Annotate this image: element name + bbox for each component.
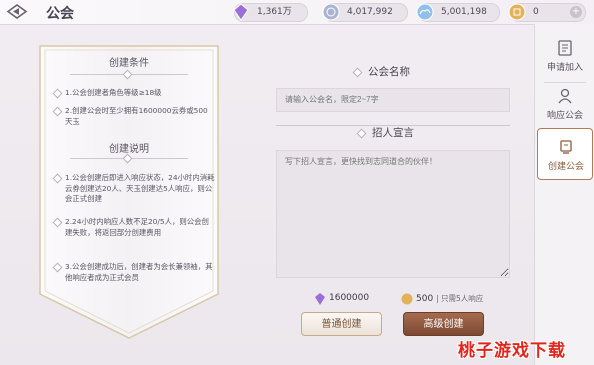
top-bar: 公会 1,361万 4,017,992 5,001,198 0 + [0,0,594,25]
tab-create-guild[interactable]: 创建公会 [537,128,593,180]
silver-coin-icon [322,3,340,21]
instruction-item: 3.公会创建成功后，创建者为会长兼领袖，其他响应者成为正式会员 [65,262,213,282]
condition-item: 1.公会创建者角色等级≥18级 [65,88,162,97]
label-diamond-icon [356,128,367,139]
tab-label: 响应公会 [546,111,583,121]
cloud-ticket-icon [416,3,434,21]
purple-crystal-icon [315,293,325,305]
recruit-notice-label: 招人宣言 [372,127,414,139]
add-gold-button[interactable]: + [570,6,582,18]
resource-value: 0 [533,7,539,17]
tab-respond-guild[interactable]: 响应公会 [537,78,593,128]
condition-item: 2.创建公会时至少拥有1600000云券或500天玉 [65,106,208,126]
advanced-note-text: 只需5人响应 [440,294,484,303]
advanced-cost-note: | 只需5人响应 [436,294,484,303]
purple-crystal-icon [233,3,249,21]
normal-create-button[interactable]: 普通创建 [301,312,382,336]
gold-coin-icon [401,293,413,305]
resource-value: 1,361万 [257,7,292,17]
page-title: 公会 [46,6,74,22]
resource-gold-coin: 0 + [508,3,586,22]
watermark-text: 桃子游戏下载 [458,341,566,361]
guild-name-label: 公会名称 [368,66,410,78]
resource-cloud-ticket: 5,001,198 [416,3,500,22]
resource-value: 5,001,198 [441,7,487,17]
tab-apply-join[interactable]: 申请加入 [537,30,593,80]
resource-purple-crystal: 1,361万 [233,3,308,22]
normal-cost-amount: 1600000 [329,293,370,303]
back-arrow-icon[interactable] [6,3,28,20]
instruction-item: 1.公会创建后即进入响应状态，24小时内消耗云券创建达20人、天玉创建达5人响应… [65,173,215,203]
user-icon [558,88,572,104]
conditions-title: 创建条件 [109,58,149,69]
resource-value: 4,017,992 [347,7,393,17]
advanced-cost-amount: 500 [416,294,434,304]
tab-label: 申请加入 [546,63,583,73]
advanced-create-button[interactable]: 高级创建 [403,312,484,336]
gold-coin-icon [508,3,526,21]
guild-name-input[interactable] [276,88,510,112]
document-icon [558,40,572,56]
tab-label: 创建公会 [547,162,584,172]
resource-silver-coin: 4,017,992 [322,3,408,22]
label-diamond-icon [352,67,363,78]
instruction-item: 2.24小时内响应人数不足20/5人，则公会创建失败，将返回部分创建费用 [65,217,209,237]
flag-icon [560,140,572,154]
instructions-title: 创建说明 [109,144,149,155]
recruit-notice-textarea[interactable] [276,150,510,278]
